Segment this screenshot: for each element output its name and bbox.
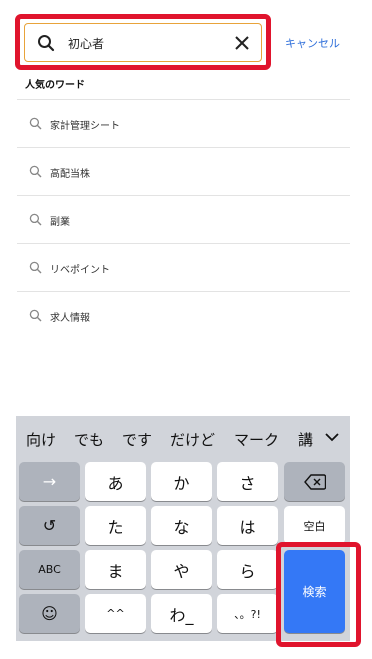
search-highlight-box	[15, 14, 271, 70]
search-icon	[29, 117, 42, 130]
punctuation-key[interactable]: 、。?!	[217, 594, 278, 633]
key-ra[interactable]: ら	[217, 550, 278, 589]
candidate[interactable]: だけど	[170, 429, 215, 450]
emoji-key[interactable]: ☺	[19, 594, 80, 633]
candidate[interactable]: 講	[298, 429, 313, 450]
undo-key[interactable]: ↺	[19, 506, 80, 545]
backspace-icon	[303, 473, 326, 490]
search-icon	[29, 261, 42, 274]
key-wa[interactable]: わ_	[151, 594, 212, 633]
key-ka[interactable]: か	[151, 462, 212, 501]
key-ya[interactable]: や	[151, 550, 212, 589]
list-item-label: 高配当株	[50, 169, 90, 180]
abc-key[interactable]: ABC	[19, 550, 80, 589]
list-item[interactable]: 家計管理シート	[17, 99, 350, 147]
list-item-label: リベポイント	[50, 265, 110, 276]
cancel-button[interactable]: キャンセル	[285, 35, 340, 51]
popular-word-list: 家計管理シート 高配当株 副業 リベポイント 求人情報	[17, 99, 350, 339]
delete-key[interactable]	[284, 462, 345, 501]
key-a[interactable]: あ	[85, 462, 146, 501]
key-ha[interactable]: は	[217, 506, 278, 545]
search-key-highlight-box	[276, 542, 361, 647]
list-item[interactable]: 求人情報	[17, 291, 350, 339]
list-item[interactable]: 高配当株	[17, 147, 350, 195]
key-ta[interactable]: た	[85, 506, 146, 545]
search-icon	[29, 309, 42, 322]
key-ma[interactable]: ま	[85, 550, 146, 589]
key-sa[interactable]: さ	[217, 462, 278, 501]
candidate[interactable]: でも	[74, 429, 104, 450]
candidate[interactable]: 向け	[26, 429, 56, 450]
list-item-label: 副業	[50, 217, 70, 228]
chevron-down-icon[interactable]	[324, 431, 340, 443]
list-item-label: 求人情報	[50, 313, 90, 324]
dakuten-key[interactable]: ^^	[85, 594, 146, 633]
key-na[interactable]: な	[151, 506, 212, 545]
space-key[interactable]: 空白	[284, 506, 345, 545]
candidate[interactable]: マーク	[234, 429, 279, 450]
arrow-key[interactable]: →	[19, 462, 80, 501]
list-item[interactable]: 副業	[17, 195, 350, 243]
search-icon	[29, 165, 42, 178]
list-item[interactable]: リベポイント	[17, 243, 350, 291]
candidate-bar: 向け でも です だけど マーク 講	[16, 416, 350, 459]
list-item-label: 家計管理シート	[50, 121, 120, 132]
search-icon	[29, 213, 42, 226]
section-title: 人気のワード	[25, 80, 85, 91]
candidate[interactable]: です	[122, 429, 152, 450]
